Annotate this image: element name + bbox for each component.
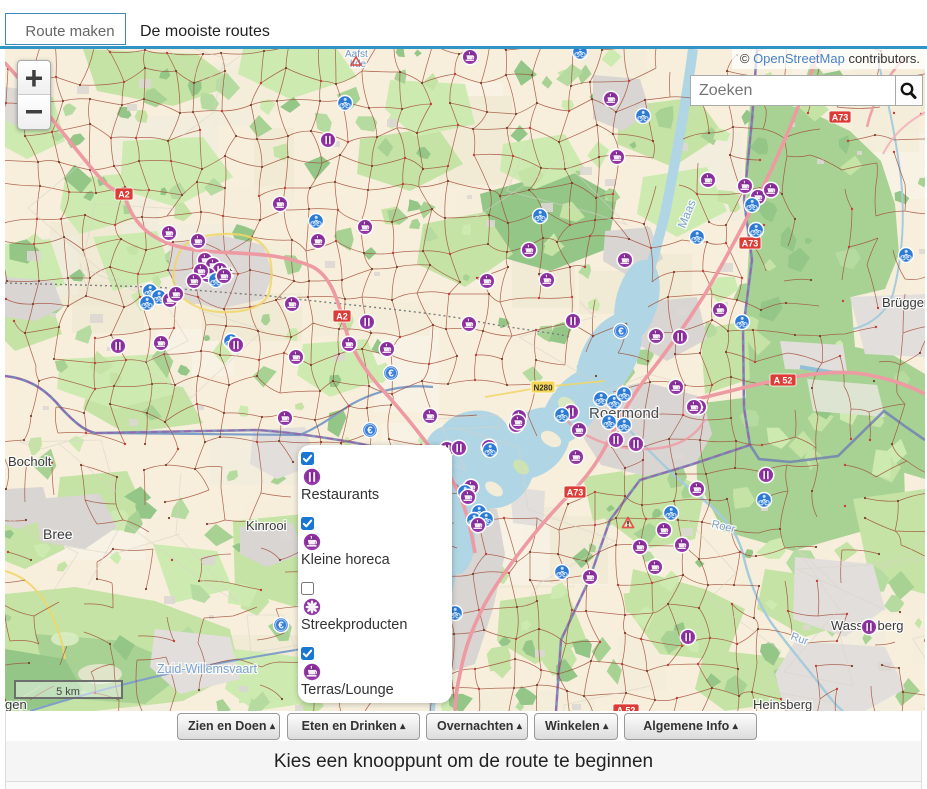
svg-text:A2: A2 [118, 190, 130, 200]
svg-text:5 km: 5 km [56, 686, 80, 698]
svg-text:A 52: A 52 [774, 376, 793, 386]
svg-text:A2: A2 [336, 312, 348, 322]
svg-text:Bree: Bree [43, 526, 73, 542]
svg-text:A73: A73 [567, 488, 584, 498]
svg-text:Bocholt: Bocholt [8, 454, 52, 469]
svg-text:Kinrooi: Kinrooi [246, 518, 287, 533]
svg-text:A73: A73 [742, 239, 759, 249]
svg-text:gen: gen [5, 697, 27, 711]
svg-text:Brüggen: Brüggen [882, 295, 925, 310]
svg-text:A73: A73 [832, 113, 849, 123]
svg-text:Heinsberg: Heinsberg [753, 697, 812, 711]
svg-text:N280: N280 [533, 384, 553, 393]
svg-text:Zuid-Willemsvaart: Zuid-Willemsvaart [157, 662, 258, 676]
